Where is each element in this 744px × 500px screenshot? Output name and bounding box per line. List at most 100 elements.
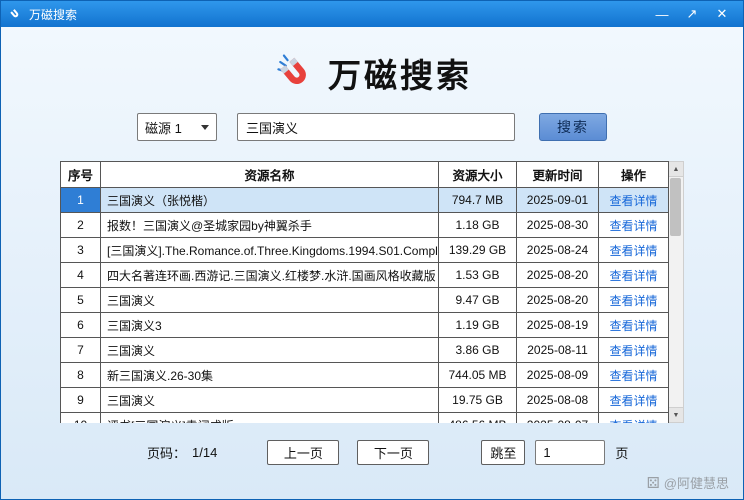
- row-index-cell: 8: [61, 363, 101, 388]
- source-select-value: 磁源 1: [145, 118, 182, 137]
- resource-name-cell: 三国演义: [101, 288, 439, 313]
- resource-size-cell: 139.29 GB: [439, 238, 517, 263]
- header-action: 操作: [599, 162, 669, 188]
- action-cell: 查看详情: [599, 288, 669, 313]
- resource-size-cell: 794.7 MB: [439, 188, 517, 213]
- scroll-down-icon[interactable]: ▼: [669, 407, 683, 422]
- update-date-cell: 2025-08-08: [517, 388, 599, 413]
- scroll-up-icon[interactable]: ▲: [669, 162, 683, 177]
- table-row[interactable]: 4四大名著连环画.西游记.三国演义.红楼梦.水浒.国画风格收藏版1.53 GB2…: [61, 263, 669, 288]
- pagination-bar: 页码： 1/14 上一页 下一页 跳至 页: [1, 439, 743, 465]
- table-row[interactable]: 7三国演义3.86 GB2025-08-11 查看详情: [61, 338, 669, 363]
- search-button[interactable]: 搜索: [539, 113, 607, 141]
- app-window: 万磁搜索 — ↗ ✕ 万磁搜索 磁源 1 搜索: [0, 0, 744, 500]
- page-suffix: 页: [615, 443, 628, 462]
- page-current: 1/14: [192, 445, 217, 460]
- action-cell: 查看详情: [599, 213, 669, 238]
- source-select[interactable]: 磁源 1: [137, 113, 217, 141]
- window-title: 万磁搜索: [29, 6, 641, 23]
- magnet-icon: [272, 51, 316, 95]
- window-controls: — ↗ ✕: [647, 2, 737, 26]
- minimize-button[interactable]: —: [647, 2, 677, 26]
- table-row[interactable]: 1三国演义（张悦楷）794.7 MB2025-09-01查看详情: [61, 188, 669, 213]
- row-index-cell: 5: [61, 288, 101, 313]
- resource-name-cell: 评书[三国演义]袁阔成版: [101, 413, 439, 424]
- table-row[interactable]: 9三国演义19.75 GB2025-08-08查看详情: [61, 388, 669, 413]
- row-index-cell: 2: [61, 213, 101, 238]
- action-cell: 查看详情: [599, 338, 669, 363]
- view-detail-link[interactable]: 查看详情: [609, 319, 657, 333]
- table-row[interactable]: 8新三国演义.26-30集744.05 MB2025-08-09 查看详情: [61, 363, 669, 388]
- search-bar: 磁源 1 搜索: [1, 113, 743, 141]
- view-detail-link[interactable]: 查看详情: [609, 419, 657, 424]
- search-input[interactable]: [237, 113, 515, 141]
- table-row[interactable]: 5三国演义9.47 GB2025-08-20 查看详情: [61, 288, 669, 313]
- titlebar: 万磁搜索 — ↗ ✕: [1, 1, 743, 27]
- action-cell: 查看详情: [599, 388, 669, 413]
- table-row[interactable]: 10评书[三国演义]袁阔成版486.56 MB2025-08-07查看详情: [61, 413, 669, 424]
- next-page-button[interactable]: 下一页: [357, 440, 429, 465]
- header-size: 资源大小: [439, 162, 517, 188]
- row-index-cell: 4: [61, 263, 101, 288]
- table-row[interactable]: 2报数！三国演义@圣城家园by神翼杀手1.18 GB2025-08-30 查看详情: [61, 213, 669, 238]
- view-detail-link[interactable]: 查看详情: [609, 344, 657, 358]
- resource-size-cell: 1.19 GB: [439, 313, 517, 338]
- page-title: 万磁搜索: [328, 49, 472, 97]
- resource-size-cell: 3.86 GB: [439, 338, 517, 363]
- row-index-cell: 7: [61, 338, 101, 363]
- logo-row: 万磁搜索: [1, 49, 743, 97]
- row-index-cell: 1: [61, 188, 101, 213]
- row-index-cell: 10: [61, 413, 101, 424]
- view-detail-link[interactable]: 查看详情: [609, 294, 657, 308]
- watermark-text: @阿健慧思: [664, 473, 729, 492]
- results-area: 序号 资源名称 资源大小 更新时间 操作 1三国演义（张悦楷）794.7 MB2…: [1, 161, 743, 423]
- table-row[interactable]: 3[三国演义].The.Romance.of.Three.Kingdoms.19…: [61, 238, 669, 263]
- resource-name-cell: [三国演义].The.Romance.of.Three.Kingdoms.199…: [101, 238, 439, 263]
- update-date-cell: 2025-08-20: [517, 288, 599, 313]
- view-detail-link[interactable]: 查看详情: [609, 194, 657, 208]
- resource-name-cell: 三国演义: [101, 338, 439, 363]
- view-detail-link[interactable]: 查看详情: [609, 394, 657, 408]
- resource-size-cell: 19.75 GB: [439, 388, 517, 413]
- update-date-cell: 2025-08-30: [517, 213, 599, 238]
- row-index-cell: 6: [61, 313, 101, 338]
- view-detail-link[interactable]: 查看详情: [609, 369, 657, 383]
- scrollbar-thumb[interactable]: [670, 178, 681, 236]
- header-date: 更新时间: [517, 162, 599, 188]
- update-date-cell: 2025-08-20: [517, 263, 599, 288]
- header-name: 资源名称: [101, 162, 439, 188]
- update-date-cell: 2025-08-24: [517, 238, 599, 263]
- view-detail-link[interactable]: 查看详情: [609, 269, 657, 283]
- table-scrollbar[interactable]: ▲ ▼: [669, 161, 684, 423]
- update-date-cell: 2025-08-07: [517, 413, 599, 424]
- action-cell: 查看详情: [599, 238, 669, 263]
- update-date-cell: 2025-08-11: [517, 338, 599, 363]
- results-table: 序号 资源名称 资源大小 更新时间 操作 1三国演义（张悦楷）794.7 MB2…: [60, 161, 669, 423]
- resource-name-cell: 报数！三国演义@圣城家园by神翼杀手: [101, 213, 439, 238]
- resource-size-cell: 744.05 MB: [439, 363, 517, 388]
- watermark: ⚄ @阿健慧思: [647, 473, 729, 492]
- close-button[interactable]: ✕: [707, 2, 737, 26]
- resource-name-cell: 新三国演义.26-30集: [101, 363, 439, 388]
- table-row[interactable]: 6三国演义31.19 GB2025-08-19查看详情: [61, 313, 669, 338]
- row-index-cell: 3: [61, 238, 101, 263]
- dice-icon: ⚄: [647, 474, 660, 492]
- row-index-cell: 9: [61, 388, 101, 413]
- view-detail-link[interactable]: 查看详情: [609, 244, 657, 258]
- results-table-viewport: 序号 资源名称 资源大小 更新时间 操作 1三国演义（张悦楷）794.7 MB2…: [60, 161, 669, 423]
- resource-size-cell: 1.53 GB: [439, 263, 517, 288]
- prev-page-button[interactable]: 上一页: [267, 440, 339, 465]
- jump-page-input[interactable]: [535, 440, 605, 465]
- maximize-button[interactable]: ↗: [677, 2, 707, 26]
- resource-size-cell: 9.47 GB: [439, 288, 517, 313]
- chevron-down-icon: [201, 125, 209, 130]
- action-cell: 查看详情: [599, 188, 669, 213]
- resource-size-cell: 1.18 GB: [439, 213, 517, 238]
- page-label: 页码：: [147, 443, 186, 462]
- update-date-cell: 2025-08-09: [517, 363, 599, 388]
- action-cell: 查看详情: [599, 363, 669, 388]
- action-cell: 查看详情: [599, 313, 669, 338]
- jump-button[interactable]: 跳至: [481, 440, 525, 465]
- update-date-cell: 2025-08-19: [517, 313, 599, 338]
- view-detail-link[interactable]: 查看详情: [609, 219, 657, 233]
